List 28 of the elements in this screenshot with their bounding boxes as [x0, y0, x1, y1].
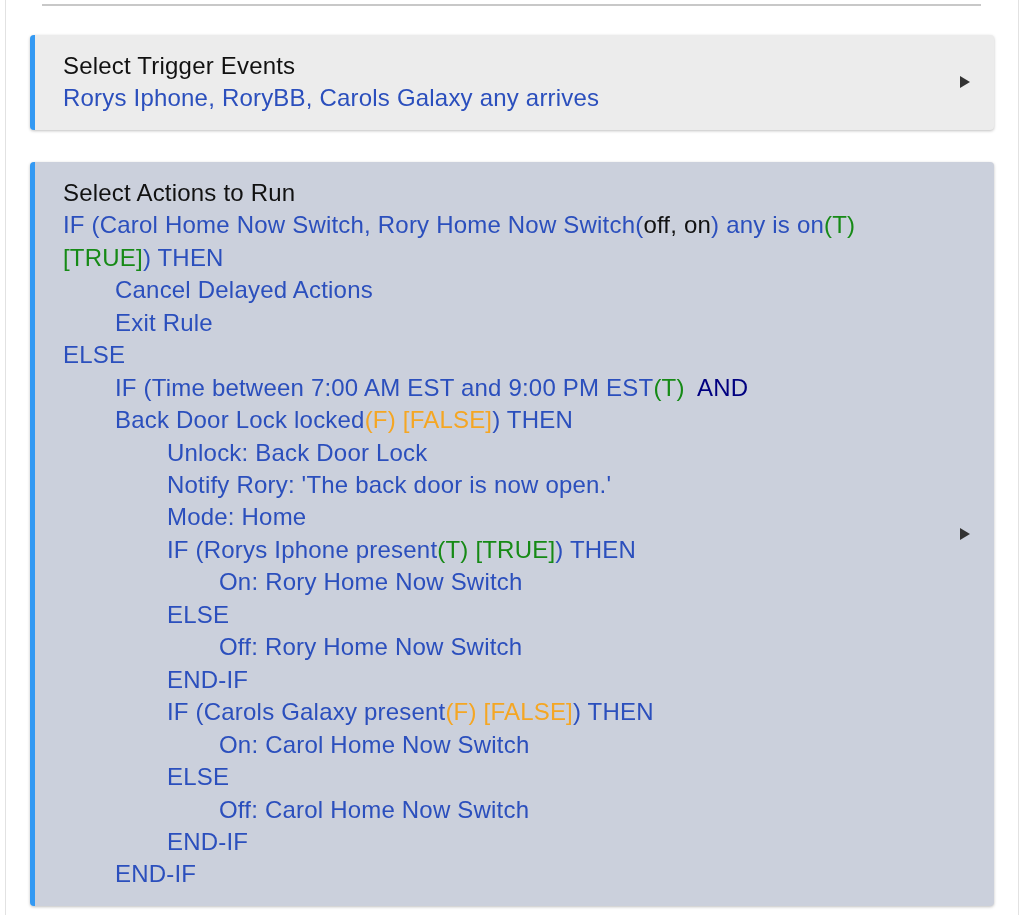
caret-icon[interactable] — [960, 76, 970, 89]
rule-line: Back Door Lock locked(F) [FALSE]) THEN — [115, 405, 573, 436]
rule-line: END-IF — [115, 859, 197, 890]
rule-line: IF (Carols Galaxy present(F) [FALSE]) THEN — [167, 697, 654, 728]
rule-line: IF (Rorys Iphone present(T) [TRUE]) THEN — [167, 534, 636, 565]
rule-line: Off: Carol Home Now Switch — [219, 794, 530, 825]
rule-line: Cancel Delayed Actions — [115, 275, 373, 306]
rule-line: Off: Rory Home Now Switch — [219, 632, 523, 663]
rule-line: END-IF — [167, 826, 249, 857]
rule-line: END-IF — [167, 664, 249, 695]
rule-line: [TRUE]) THEN — [63, 242, 224, 273]
rule-line: IF (Time between 7:00 AM EST and 9:00 PM EST(T) AND — [115, 372, 749, 403]
caret-icon[interactable] — [960, 527, 970, 540]
rule-line: Mode: Home — [167, 502, 307, 533]
trigger-summary: Rorys Iphone, RoryBB, Carols Galaxy any arrives — [63, 83, 601, 114]
rule-line: Exit Rule — [115, 307, 213, 338]
section-title: Select Trigger Events — [63, 51, 297, 81]
actions-card[interactable] — [30, 161, 994, 906]
section-title: Select Actions to Run — [63, 177, 297, 208]
rule-line: Unlock: Back Door Lock — [167, 437, 428, 468]
rule-line: On: Carol Home Now Switch — [219, 729, 530, 760]
rule-line: Notify Rory: 'The back door is now open.' — [167, 470, 612, 500]
rule-line: ELSE — [63, 340, 126, 371]
rule-line: ELSE — [167, 599, 230, 630]
rule-line: On: Rory Home Now Switch — [219, 567, 523, 598]
rule-line: IF (Carol Home Now Switch, Rory Home Now Switch(off, on) any is on(T) — [63, 210, 856, 241]
trigger-card[interactable]: Select Trigger Events Rorys Iphone, RoryBB, Carols Galaxy any arrives — [30, 35, 994, 130]
rule-line: ELSE — [167, 762, 230, 793]
